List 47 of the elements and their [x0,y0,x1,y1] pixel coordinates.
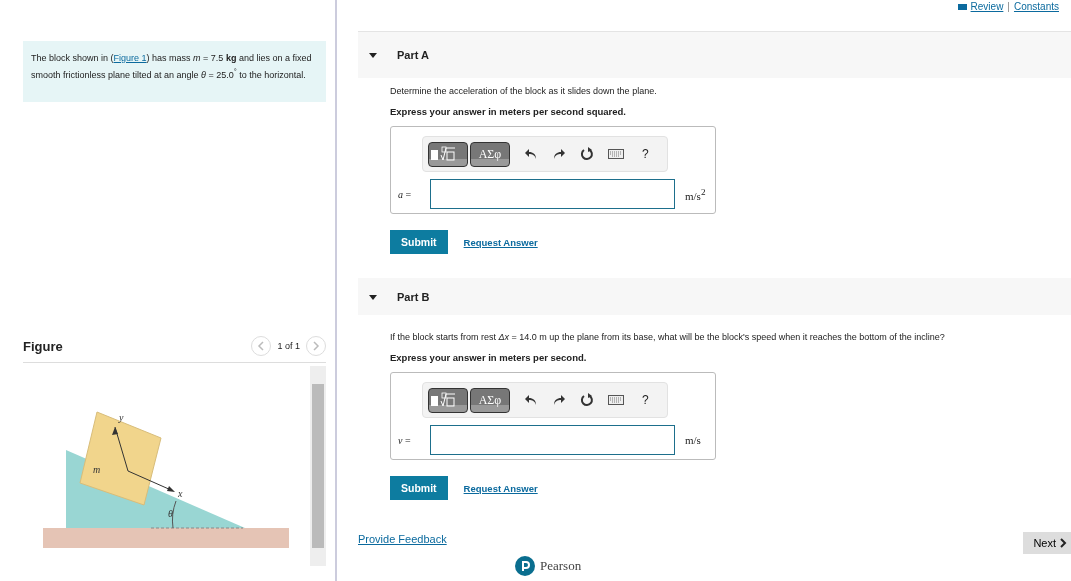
problem-statement: The block shown in (Figure 1) has mass m = 7.5 kg and lies on a fixed smooth frictionless plane tilted at an angle θ = 25.0$^{°}$ to the horizontal. [23,41,326,102]
answer-field[interactable] [430,425,675,455]
reset-icon[interactable] [580,147,594,161]
templates-button[interactable] [428,387,468,413]
incline-drawing: y x m θ [43,411,289,548]
logo-icon [515,556,535,576]
part-header[interactable]: Part B [358,278,1071,315]
part-header[interactable]: Part A [358,31,1071,78]
keyboard-icon[interactable] [608,149,624,159]
instruction-text: Express your answer in meters per second squared. [390,106,627,117]
scrollbar[interactable] [310,366,326,566]
request-answer-link[interactable]: Request Answer [463,236,538,248]
unit-label: m/s$^{2}$ [685,186,706,202]
feedback-link[interactable]: Provide Feedback [358,533,447,545]
next-button[interactable]: Next [1023,532,1071,554]
question-text: Determine the acceleration of the block as it slides down the plane. [390,86,658,96]
constants-link[interactable]: Constants [1013,1,1059,12]
help-button[interactable]: ? [642,147,649,161]
brand-name: Pearson [540,558,582,574]
page-counter: 1 of 1 [277,341,300,351]
chevron-right-icon [1060,538,1067,548]
submit-button[interactable]: Submit [390,230,448,254]
reset-icon[interactable] [580,393,594,407]
variable-label: a = [398,188,413,200]
caret-icon [368,50,378,60]
link-separator: | [1007,1,1010,12]
chevron-left-icon [257,341,266,351]
undo-icon[interactable] [524,393,538,407]
undo-icon[interactable] [524,147,538,161]
figure-title: Figure [23,338,63,354]
redo-icon[interactable] [552,393,566,407]
submit-button[interactable]: Submit [390,476,448,500]
unit-label: m/s [685,434,701,446]
symbols-button[interactable]: ΑΣφ [470,141,510,167]
symbols-button[interactable]: ΑΣφ [470,387,510,413]
book-icon [957,3,967,10]
keyboard-icon[interactable] [608,395,624,405]
chevron-right-icon [312,341,320,351]
question-text: If the block starts from rest Δx = 14.0 m up the plane from its base, what will be the block's speed when it reaches the bottom of the incline? [390,332,946,342]
help-button[interactable]: ? [642,393,649,407]
redo-icon[interactable] [552,147,566,161]
variable-label: v = [398,434,412,446]
templates-button[interactable] [428,141,468,167]
review-link[interactable]: Review [970,1,1004,12]
request-answer-link[interactable]: Request Answer [463,482,538,494]
instruction-text: Express your answer in meters per second. [390,352,588,363]
answer-field[interactable] [430,179,675,209]
